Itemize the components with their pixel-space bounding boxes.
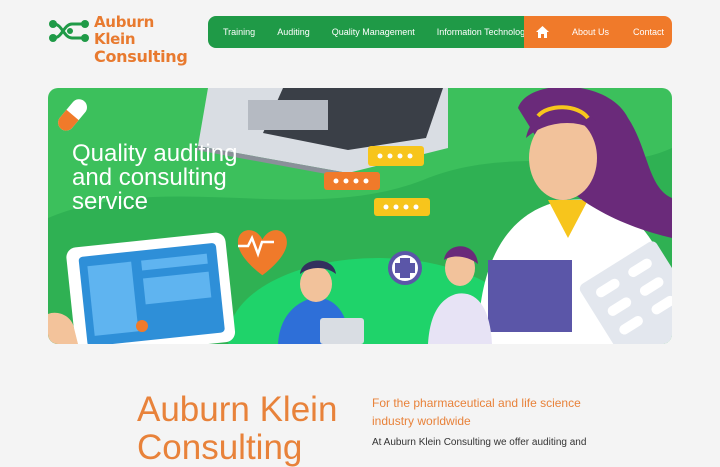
- main-nav: Training Auditing Quality Management Inf…: [208, 16, 672, 48]
- hero-banner: Quality auditing and consulting service: [48, 88, 672, 344]
- nav-item-about-us[interactable]: About Us: [560, 27, 621, 37]
- nav-secondary: About Us Contact: [524, 16, 672, 48]
- nav-item-quality-management[interactable]: Quality Management: [321, 27, 426, 37]
- hero-illustration: [48, 88, 672, 344]
- pill-icon: [58, 99, 87, 131]
- molecule-logo-icon: [49, 20, 89, 42]
- logo-line-1: Auburn Klein: [94, 13, 154, 48]
- nav-primary: Training Auditing Quality Management Inf…: [208, 16, 530, 48]
- tablet-illustration: [48, 232, 236, 344]
- site-logo[interactable]: Auburn Klein Consulting: [48, 14, 188, 65]
- nav-item-training[interactable]: Training: [212, 27, 266, 37]
- home-icon[interactable]: [524, 16, 560, 48]
- medical-cross-icon: [388, 251, 422, 285]
- nav-item-contact[interactable]: Contact: [621, 27, 672, 37]
- intro-text: At Auburn Klein Consulting we offer audi…: [372, 437, 587, 448]
- page-subheading: For the pharmaceutical and life science …: [372, 396, 581, 428]
- nav-item-auditing[interactable]: Auditing: [266, 27, 321, 37]
- logo-line-2: Consulting: [94, 47, 188, 66]
- logo-wordmark: Auburn Klein Consulting: [94, 13, 188, 66]
- hero-title: Quality auditing and consulting service: [72, 140, 238, 215]
- page-heading: Auburn Klein Consulting: [137, 390, 338, 467]
